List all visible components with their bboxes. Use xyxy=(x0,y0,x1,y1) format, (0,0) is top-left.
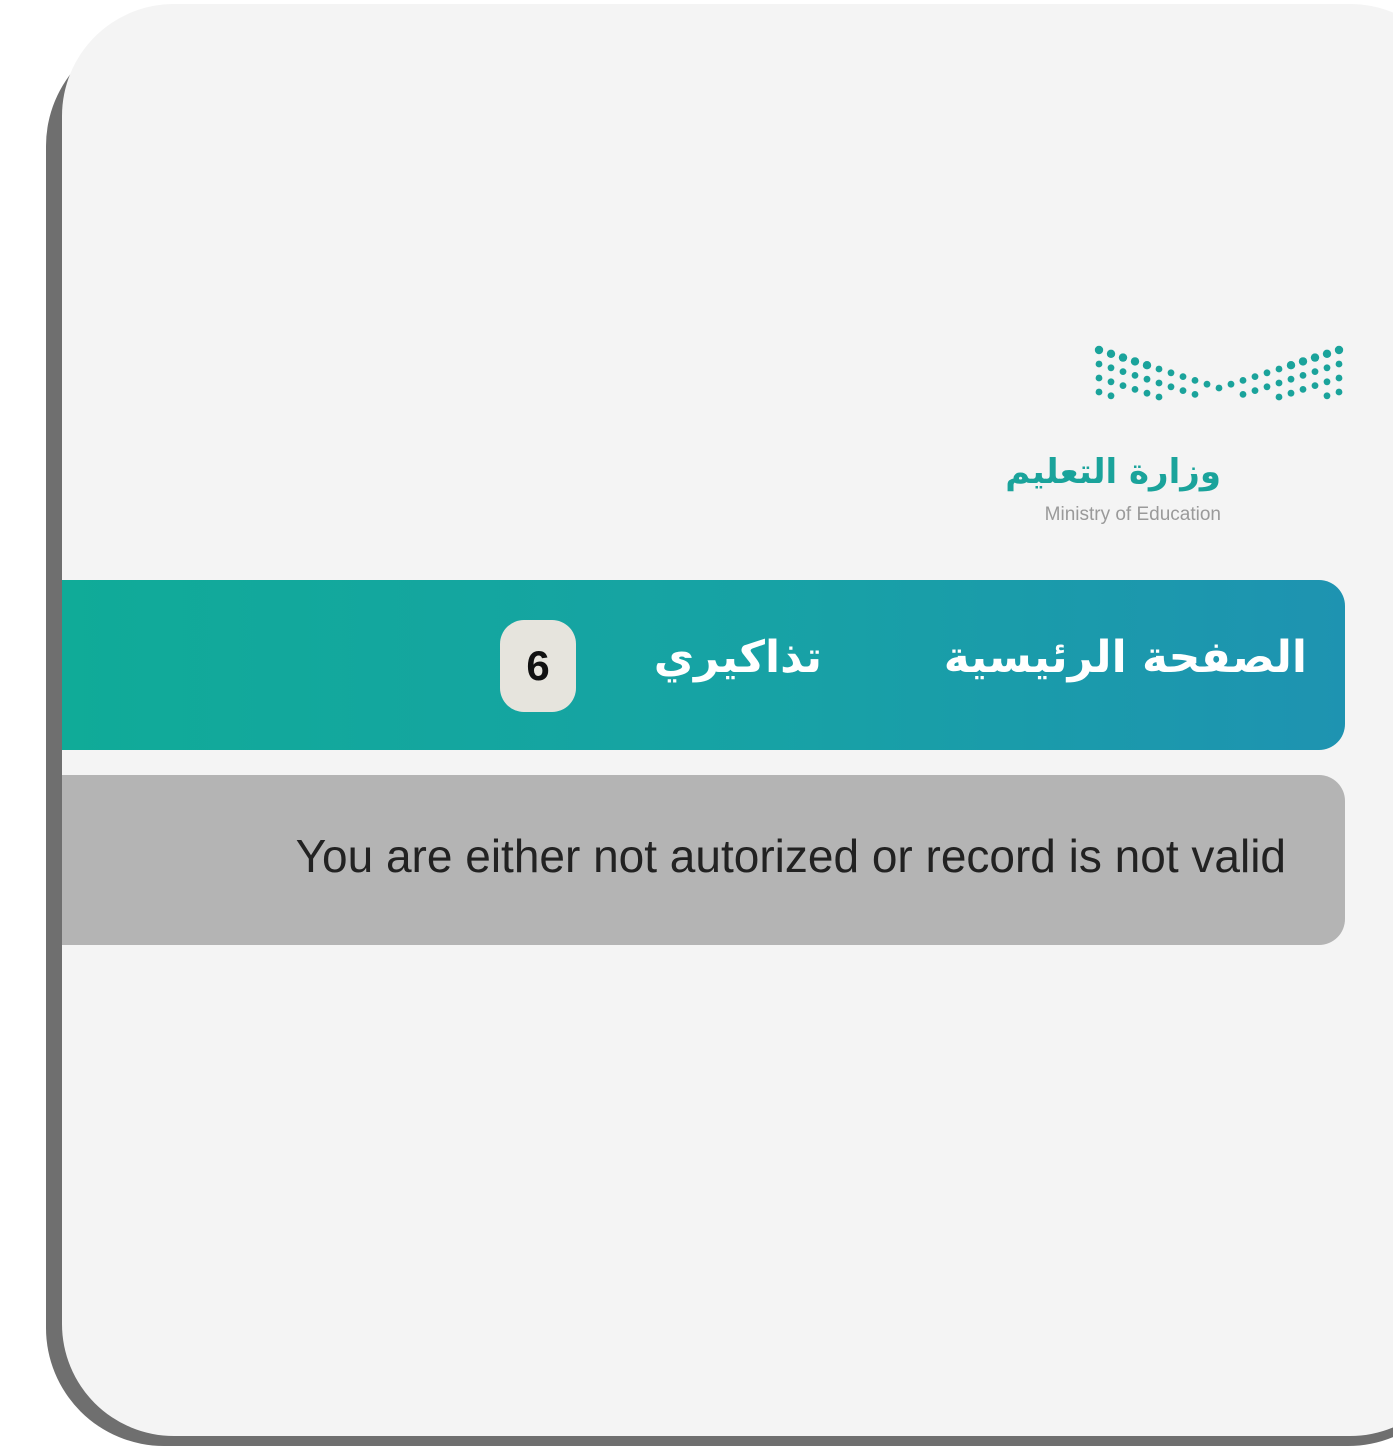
logo-dot xyxy=(1143,375,1151,383)
logo-dot xyxy=(1155,379,1163,387)
logo-dot xyxy=(1335,374,1343,382)
tickets-count-badge: 6 xyxy=(500,620,576,712)
logo-dot xyxy=(1119,382,1127,389)
logo-arabic-name: وزارة التعليم xyxy=(1005,452,1221,492)
ministry-logo: وزارة التعليم Ministry of Education xyxy=(965,340,1345,540)
logo-dot xyxy=(1287,389,1295,397)
logo-dot xyxy=(1179,373,1187,380)
logo-dot xyxy=(1143,389,1151,397)
logo-dot xyxy=(1251,387,1259,394)
logo-dot xyxy=(1335,360,1343,368)
logo-dot xyxy=(1131,386,1139,393)
logo-dot xyxy=(1286,361,1296,370)
logo-dot xyxy=(1095,360,1103,368)
logo-dot xyxy=(1287,375,1295,383)
logo-dot xyxy=(1251,373,1259,380)
ministry-logo-dots-icon xyxy=(1094,345,1344,401)
error-alert: You are either not autorized or record i… xyxy=(62,775,1345,945)
logo-dot xyxy=(1263,369,1271,377)
logo-dot xyxy=(1323,378,1331,386)
logo-dot xyxy=(1299,372,1307,379)
logo-dot xyxy=(1311,382,1319,389)
logo-dot xyxy=(1167,369,1175,377)
logo-dot xyxy=(1227,380,1235,388)
logo-dot xyxy=(1094,345,1104,355)
logo-dot xyxy=(1118,353,1128,362)
logo-dot xyxy=(1311,368,1319,375)
nav-link-my-tickets[interactable]: تذاكيري xyxy=(652,632,822,683)
logo-dot xyxy=(1155,393,1163,401)
logo-dot xyxy=(1239,377,1247,384)
logo-dot xyxy=(1322,349,1332,358)
logo-dot xyxy=(1095,374,1103,382)
logo-dot xyxy=(1335,388,1343,396)
top-navigation-bar: الصفحة الرئيسية تذاكيري 6 xyxy=(62,580,1345,750)
logo-dot xyxy=(1275,365,1283,373)
logo-dot xyxy=(1107,378,1115,386)
logo-dot xyxy=(1299,386,1307,393)
logo-dot xyxy=(1142,361,1152,370)
logo-dot xyxy=(1239,391,1247,398)
logo-dot xyxy=(1191,391,1199,398)
logo-dot xyxy=(1107,392,1115,400)
logo-dot xyxy=(1334,345,1344,355)
logo-dot xyxy=(1191,377,1199,384)
logo-dot xyxy=(1106,349,1116,358)
nav-link-home[interactable]: الصفحة الرئيسية xyxy=(942,632,1307,683)
logo-dot xyxy=(1323,364,1331,372)
logo-dot xyxy=(1130,357,1140,366)
logo-dot xyxy=(1095,388,1103,396)
screenshot-stage: وزارة التعليم Ministry of Education الصف… xyxy=(0,0,1393,1447)
logo-dot xyxy=(1263,383,1271,391)
logo-dot xyxy=(1275,393,1283,401)
logo-dot xyxy=(1131,372,1139,379)
logo-dot xyxy=(1298,357,1308,366)
logo-dot xyxy=(1155,365,1163,373)
logo-english-name: Ministry of Education xyxy=(1044,504,1221,525)
logo-dot xyxy=(1179,387,1187,394)
logo-dot xyxy=(1203,380,1211,388)
logo-dot xyxy=(1107,364,1115,372)
logo-dot xyxy=(1310,353,1320,362)
logo-dot xyxy=(1275,379,1283,387)
error-message: You are either not autorized or record i… xyxy=(295,830,1286,882)
logo-dot xyxy=(1119,368,1127,375)
logo-dot xyxy=(1167,383,1175,391)
logo-dot xyxy=(1215,384,1223,392)
logo-dot xyxy=(1323,392,1331,400)
